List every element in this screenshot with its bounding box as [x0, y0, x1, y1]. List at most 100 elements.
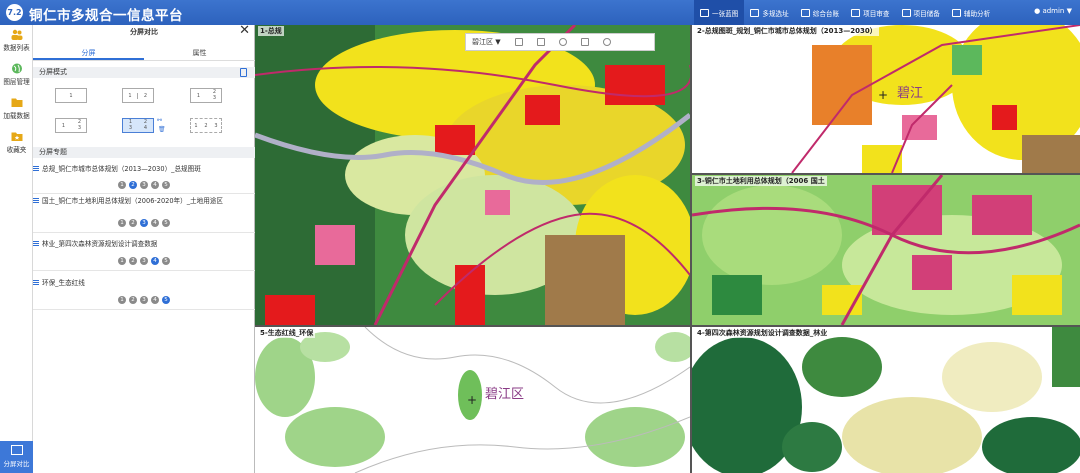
map-4-title: 4-第四次森林资源规划设计调查数据_林业 [695, 328, 830, 338]
toolbox-icon[interactable] [514, 38, 523, 46]
map-2-master-plan-patches[interactable]: 2-总规图斑_规划_铜仁市城市总体规划（2013—2030） 碧江 + [692, 25, 1080, 173]
sidebar-item-load-data[interactable]: 加载数据 [0, 97, 33, 120]
screen-button[interactable]: 2 [129, 181, 137, 189]
screen-button[interactable]: 2 [129, 296, 137, 304]
nav-label: 项目储备 [913, 9, 940, 18]
layout-one[interactable]: 1 [55, 88, 87, 103]
theme-screen-buttons: 1 2 3 4 5 [33, 181, 255, 189]
screen-button[interactable]: 5 [162, 257, 170, 265]
split-compare-label: 分屏对比 [3, 460, 30, 468]
nav-label: 综合台账 [812, 9, 840, 18]
sidebar-item-label: 加载数据 [3, 112, 30, 120]
left-sidebar: 数据列表 图层管理 加载数据 收藏夹 分屏对比 [0, 25, 33, 473]
layout-num: 1 [196, 93, 201, 99]
layout-four-a[interactable]: 1 2 3 [55, 118, 87, 133]
nav-blueprint[interactable]: 一张蓝图 [694, 0, 745, 25]
divider [33, 309, 255, 310]
split-compare-button[interactable]: 分屏对比 [0, 441, 33, 473]
nav-reserve[interactable]: 项目储备 [896, 0, 946, 25]
theme-item[interactable]: 国土_铜仁市土地利用总体规划（2006-2020年）_土地用途区 1 2 3 4… [33, 197, 255, 239]
split-mode-header: 分屏模式 [33, 67, 255, 78]
tab-attributes[interactable]: 属性 [144, 47, 255, 60]
screen-button[interactable]: 4 [151, 219, 159, 227]
map-4-canvas [692, 327, 1080, 473]
chart-icon [951, 8, 961, 17]
map-icon [700, 8, 709, 17]
list-icon [33, 241, 39, 246]
map-1-master-plan[interactable]: 1-总规 碧江区 ▼ [255, 25, 690, 325]
sidebar-item-layers[interactable]: 图层管理 [0, 63, 33, 86]
document-icon[interactable] [240, 68, 247, 77]
layout-three[interactable]: 1 2 3 [190, 88, 222, 103]
theme-item[interactable]: 林业_第四次森林资源规划设计调查数据 1 2 3 4 5 [33, 240, 255, 276]
screen-button[interactable]: 1 [118, 257, 126, 265]
map-4-forest-survey[interactable]: 4-第四次森林资源规划设计调查数据_林业 [692, 327, 1080, 473]
screen-button[interactable]: 5 [162, 219, 170, 227]
user-menu[interactable]: ● admin ▼ [1034, 7, 1072, 15]
theme-screen-buttons: 1 2 3 4 5 [33, 257, 255, 265]
screen-button[interactable]: 3 [140, 257, 148, 265]
divider [33, 270, 255, 271]
screen-button[interactable]: 4 [151, 257, 159, 265]
screen-button[interactable]: 3 [140, 181, 148, 189]
layout-num: 3 [214, 123, 218, 129]
layout-four-c[interactable]: 1 2 3 [190, 118, 222, 133]
tab-split[interactable]: 分屏 [33, 47, 144, 60]
user-icon: ● [1034, 7, 1041, 15]
chevron-down-icon: ▼ [495, 38, 501, 46]
split-screen-icon [10, 445, 23, 455]
map-3-land-use[interactable]: 3-铜仁市土地利用总体规划（2006 国土 [692, 175, 1080, 325]
layout-two[interactable]: 1 2 [122, 88, 154, 103]
screen-button[interactable]: 3 [140, 296, 148, 304]
nav-label: 多规选址 [762, 9, 789, 18]
info-icon[interactable] [558, 38, 567, 46]
theme-title: 林业_第四次森林资源规划设计调查数据 [42, 240, 158, 248]
screen-button[interactable]: 2 [129, 257, 137, 265]
nav-ledger[interactable]: 综合台账 [795, 0, 845, 25]
top-bar: 7.2 铜仁市多规合一信息平台 一张蓝图 多规选址 综合台账 项目审查 项目储备… [0, 0, 1080, 25]
nav-label: 一张蓝图 [712, 9, 739, 18]
screen-button[interactable]: 1 [118, 296, 126, 304]
map-1-title: 1-总规 [258, 26, 284, 36]
theme-screen-buttons: 1 2 3 4 5 [33, 296, 255, 304]
screen-button[interactable]: 1 [118, 181, 126, 189]
trash-icon[interactable]: 🗑 [158, 126, 166, 133]
layers-icon[interactable] [602, 38, 611, 46]
nav-label: 项目审查 [863, 9, 890, 18]
map-5-ecological-redline[interactable]: 5-生态红线_环保 碧江区 + [255, 327, 690, 473]
divider [33, 193, 255, 194]
screen-button[interactable]: 5 [162, 296, 170, 304]
fullscreen-icon[interactable] [536, 38, 545, 46]
chevron-down-icon: ▼ [1066, 7, 1072, 15]
folder-icon [11, 98, 22, 107]
layout-num: 2 [204, 123, 208, 129]
sidebar-item-data-list[interactable]: 数据列表 [0, 29, 33, 52]
map-3-canvas [692, 175, 1080, 325]
list-icon [33, 280, 39, 285]
screen-button[interactable]: 1 [118, 219, 126, 227]
sidebar-item-label: 图层管理 [3, 78, 30, 86]
eraser-icon[interactable] [580, 38, 589, 46]
layout-four-b[interactable]: 1 2 3 4 [122, 118, 154, 133]
layout-num: 1 [69, 93, 73, 99]
screen-button[interactable]: 4 [151, 296, 159, 304]
close-icon[interactable]: ✕ [239, 24, 250, 38]
nav-analysis[interactable]: 辅助分析 [946, 0, 996, 25]
layout-num: 3 [77, 125, 82, 131]
theme-item[interactable]: 环保_生态红线 1 2 3 4 5 [33, 279, 255, 315]
theme-item[interactable]: 总规_铜仁市城市总体规划（2013—2030）_总规图斑 1 2 3 4 5 [33, 165, 255, 201]
screen-button[interactable]: 3 [140, 219, 148, 227]
list-icon [33, 166, 39, 171]
district-select[interactable]: 碧江区 ▼ [472, 37, 501, 47]
sidebar-item-favorites[interactable]: 收藏夹 [0, 131, 33, 154]
screen-button[interactable]: 2 [129, 219, 137, 227]
nav-site-selection[interactable]: 多规选址 [744, 0, 794, 25]
split-theme-header: 分屏专题 [33, 147, 255, 158]
screen-button[interactable]: 4 [151, 181, 159, 189]
map-2-title: 2-总规图斑_规划_铜仁市城市总体规划（2013—2030） [695, 26, 879, 36]
screen-button[interactable]: 5 [162, 181, 170, 189]
link-icon[interactable]: ⚯ [157, 117, 162, 124]
target-icon [750, 8, 760, 17]
nav-review[interactable]: 项目审查 [845, 0, 895, 25]
map-1-canvas [255, 25, 690, 325]
